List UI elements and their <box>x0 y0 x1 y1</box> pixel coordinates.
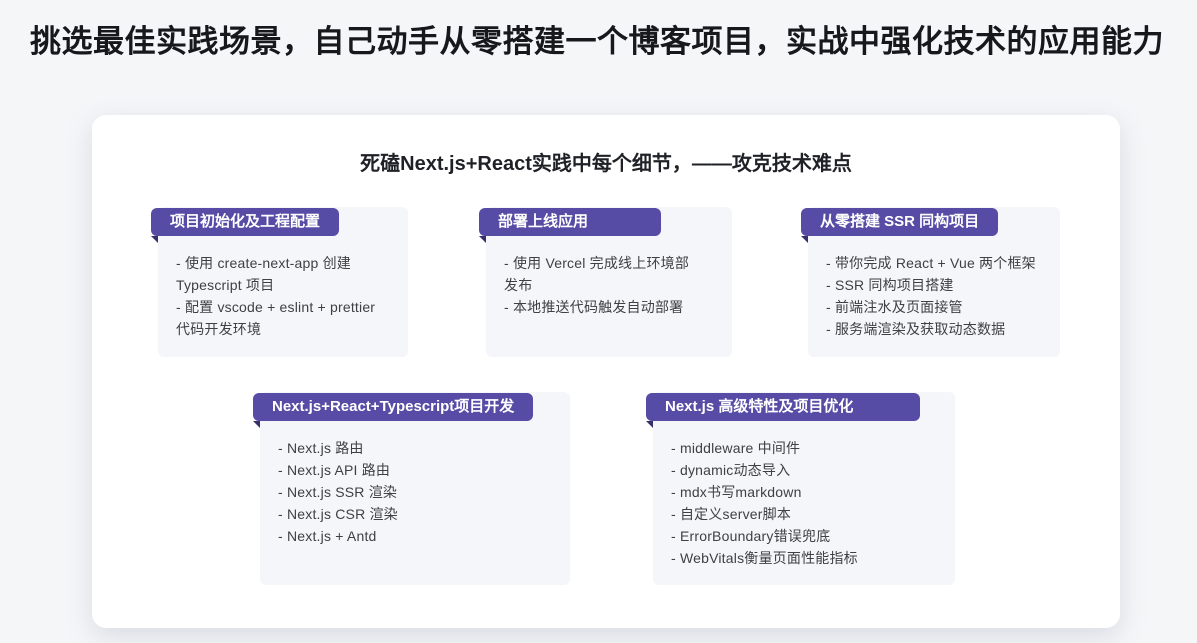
topic-list: - 带你完成 React + Vue 两个框架- SSR 同构项目搭建- 前端注… <box>826 252 1046 340</box>
list-line: - 配置 vscode + eslint + prettier <box>176 296 394 318</box>
list-line: - 前端注水及页面接管 <box>826 296 1046 318</box>
topic-panel-deploy: 部署上线应用 - 使用 Vercel 完成线上环境部发布- 本地推送代码触发自动… <box>486 207 732 357</box>
list-line: - Next.js API 路由 <box>278 459 556 481</box>
topic-tag-project-init: 项目初始化及工程配置 <box>151 208 339 236</box>
list-line: - WebVitals衡量页面性能指标 <box>671 547 941 569</box>
topic-panel-ssr: 从零搭建 SSR 同构项目 - 带你完成 React + Vue 两个框架- S… <box>808 207 1060 357</box>
list-line: - 自定义server脚本 <box>671 503 941 525</box>
list-line: - 使用 create-next-app 创建 <box>176 252 394 274</box>
topic-tag-deploy: 部署上线应用 <box>479 208 661 236</box>
list-line: 发布 <box>504 274 718 296</box>
topic-panel-project-init: 项目初始化及工程配置 - 使用 create-next-app 创建Typesc… <box>158 207 408 357</box>
topic-panel-project-dev: Next.js+React+Typescript项目开发 - Next.js 路… <box>260 392 570 585</box>
list-line: - mdx书写markdown <box>671 481 941 503</box>
topic-panel-advanced: Next.js 高级特性及项目优化 - middleware 中间件- dyna… <box>653 392 955 585</box>
topic-list: - 使用 create-next-app 创建Typescript 项目- 配置… <box>176 252 394 340</box>
page-title: 挑选最佳实践场景，自己动手从零搭建一个博客项目，实战中强化技术的应用能力 <box>30 16 1190 61</box>
list-line: - dynamic动态导入 <box>671 459 941 481</box>
list-line: - Next.js SSR 渲染 <box>278 481 556 503</box>
list-line: - 服务端渲染及获取动态数据 <box>826 318 1046 340</box>
content-card: 死磕Next.js+React实践中每个细节，——攻克技术难点 项目初始化及工程… <box>92 115 1120 628</box>
list-line: - SSR 同构项目搭建 <box>826 274 1046 296</box>
list-line: - middleware 中间件 <box>671 437 941 459</box>
list-line: - 使用 Vercel 完成线上环境部 <box>504 252 718 274</box>
topic-list: - Next.js 路由- Next.js API 路由- Next.js SS… <box>278 437 556 547</box>
card-title: 死磕Next.js+React实践中每个细节，——攻克技术难点 <box>92 147 1120 176</box>
topic-tag-project-dev: Next.js+React+Typescript项目开发 <box>253 393 533 421</box>
list-line: 代码开发环境 <box>176 318 394 340</box>
list-line: - Next.js CSR 渲染 <box>278 503 556 525</box>
list-line: - 本地推送代码触发自动部署 <box>504 296 718 318</box>
list-line: - Next.js 路由 <box>278 437 556 459</box>
list-line: - 带你完成 React + Vue 两个框架 <box>826 252 1046 274</box>
topic-tag-ssr: 从零搭建 SSR 同构项目 <box>801 208 998 236</box>
topic-tag-advanced: Next.js 高级特性及项目优化 <box>646 393 920 421</box>
topic-list: - 使用 Vercel 完成线上环境部发布- 本地推送代码触发自动部署 <box>504 252 718 318</box>
list-line: - Next.js + Antd <box>278 525 556 547</box>
topic-list: - middleware 中间件- dynamic动态导入- mdx书写mark… <box>671 437 941 569</box>
page-background: { "page": { "heading": "挑选最佳实践场景，自己动手从零搭… <box>0 0 1197 643</box>
list-line: Typescript 项目 <box>176 274 394 296</box>
list-line: - ErrorBoundary错误兜底 <box>671 525 941 547</box>
